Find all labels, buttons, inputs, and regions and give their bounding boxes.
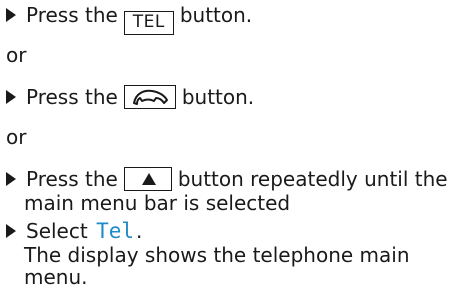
bullet-icon xyxy=(6,224,16,238)
step-text: button. xyxy=(181,85,255,109)
step-text: button repeatedly until the xyxy=(177,167,448,191)
step-text: button. xyxy=(179,3,253,27)
step-select-tel: Select Tel. xyxy=(6,218,144,244)
step-press-tel: Press the TEL button. xyxy=(6,2,254,35)
up-arrow-icon xyxy=(141,173,156,185)
step-press-phone: Press the button. xyxy=(6,84,256,110)
instruction-page: Press the TEL button. or Press the button. … xyxy=(0,0,463,290)
tel-key: TEL xyxy=(123,11,174,35)
up-arrow-key xyxy=(123,167,172,191)
or-text: or xyxy=(6,43,27,67)
step-result-line: menu. xyxy=(24,265,88,289)
bullet-icon xyxy=(6,90,16,104)
phone-handset-icon xyxy=(132,89,168,105)
bullet-icon xyxy=(6,172,16,186)
phone-handset-key xyxy=(123,85,176,109)
bullet-icon xyxy=(6,8,16,22)
step-press-up: Press the button repeatedly until the xyxy=(6,166,450,192)
step-text: Press the xyxy=(26,85,118,109)
step-text-continued: main menu bar is selected xyxy=(24,191,291,215)
step-text: . xyxy=(136,219,143,243)
step-text: Press the xyxy=(26,3,118,27)
step-text: Press the xyxy=(26,167,118,191)
or-text: or xyxy=(6,125,27,149)
step-text: Select xyxy=(26,219,88,243)
menu-item-tel: Tel xyxy=(96,219,134,243)
